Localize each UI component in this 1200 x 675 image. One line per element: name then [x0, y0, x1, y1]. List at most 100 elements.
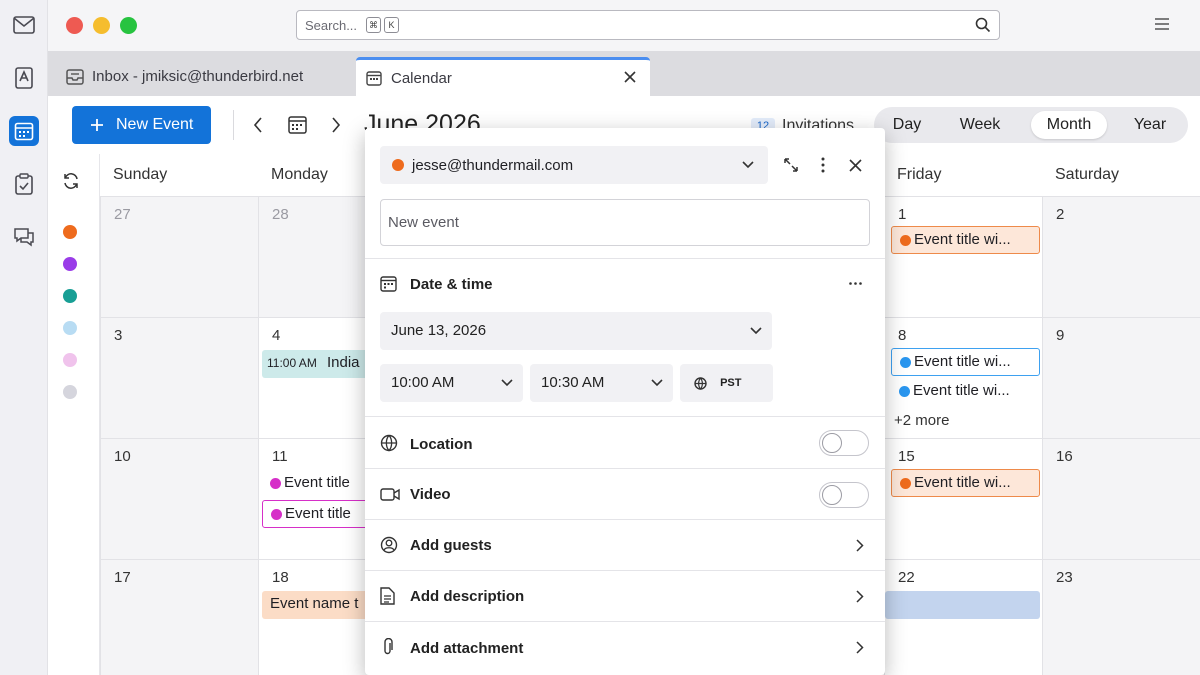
chat-space-button[interactable]: [9, 222, 39, 252]
day-cell[interactable]: 27: [100, 196, 258, 317]
search-icon[interactable]: [975, 17, 991, 33]
calendar-color-swatch[interactable]: [63, 321, 77, 335]
paperclip-icon: [383, 638, 393, 656]
start-time-select[interactable]: 10:00 AM: [380, 364, 523, 402]
date-select[interactable]: June 13, 2026: [380, 312, 772, 350]
day-cell[interactable]: 17: [100, 559, 258, 675]
tab-calendar[interactable]: Calendar: [356, 57, 650, 96]
previous-month-button[interactable]: [253, 117, 263, 133]
day-number: 8: [898, 327, 907, 344]
mail-space-button[interactable]: [9, 10, 39, 40]
maximize-window-button[interactable]: [120, 17, 137, 34]
tasks-space-button[interactable]: [9, 169, 39, 199]
location-label: Location: [410, 436, 473, 453]
view-day-button[interactable]: Day: [882, 111, 932, 139]
close-window-button[interactable]: [66, 17, 83, 34]
next-month-button[interactable]: [331, 117, 341, 133]
day-cell[interactable]: 8 Event title wi... Event title wi... +2 mo…: [884, 317, 1042, 438]
divider: [233, 110, 234, 140]
timezone-select[interactable]: PST: [680, 364, 773, 402]
event-color-dot: [899, 386, 910, 397]
tab-inbox[interactable]: Inbox - jmiksic@thunderbird.net: [56, 57, 354, 96]
add-attachment-label: Add attachment: [410, 640, 524, 657]
event-title: Event title wi...: [914, 231, 1011, 248]
tab-label: Inbox - jmiksic@thunderbird.net: [92, 68, 304, 85]
day-cell[interactable]: 23: [1042, 559, 1200, 675]
calendar-color-swatch[interactable]: [63, 225, 77, 239]
event-title-input[interactable]: New event: [380, 199, 870, 246]
calendar-space-button[interactable]: [9, 116, 39, 146]
date-time-options-button[interactable]: [849, 282, 862, 285]
day-number: 18: [272, 569, 289, 586]
calendar-color-swatch[interactable]: [63, 289, 77, 303]
date-value: June 13, 2026: [391, 322, 487, 339]
date-time-section: Date & time June 13, 2026 10:00 AM 10:30…: [365, 258, 885, 416]
more-options-button[interactable]: [821, 157, 825, 173]
video-icon: [380, 488, 400, 501]
day-cell[interactable]: 9: [1042, 317, 1200, 438]
new-event-button[interactable]: New Event: [72, 106, 211, 144]
refresh-icon: [64, 173, 78, 189]
account-select[interactable]: jesse@thundermail.com: [380, 146, 768, 184]
add-description-row[interactable]: Add description: [365, 570, 885, 621]
calendar-icon: [380, 275, 397, 292]
view-week-button[interactable]: Week: [946, 111, 1014, 139]
add-guests-row[interactable]: Add guests: [365, 519, 885, 570]
search-placeholder: Search...: [305, 18, 358, 33]
event-chip[interactable]: Event title wi...: [891, 378, 1040, 406]
event-color-dot: [900, 478, 911, 489]
view-year-button[interactable]: Year: [1122, 111, 1178, 139]
end-time-value: 10:30 AM: [541, 374, 605, 391]
event-chip[interactable]: [885, 591, 1040, 619]
event-title: Event title wi...: [914, 353, 1011, 370]
calendar-list: [48, 154, 100, 675]
add-description-label: Add description: [410, 588, 525, 605]
event-chip[interactable]: Event title wi...: [891, 348, 1040, 376]
video-row: Video: [365, 468, 885, 520]
video-toggle[interactable]: [819, 482, 869, 508]
calendar-color-swatch[interactable]: [63, 385, 77, 399]
shortcut-key: ⌘: [366, 17, 381, 33]
event-color-dot: [900, 357, 911, 368]
today-button[interactable]: [288, 115, 307, 134]
end-time-select[interactable]: 10:30 AM: [530, 364, 673, 402]
day-number: 22: [898, 569, 915, 586]
chevron-down-icon: [742, 161, 754, 169]
calendar-today-icon: [288, 116, 307, 134]
day-header: Saturday: [1055, 166, 1120, 183]
new-event-label: New Event: [116, 116, 194, 133]
view-month-button[interactable]: Month: [1031, 111, 1107, 139]
add-guests-label: Add guests: [410, 537, 492, 554]
add-attachment-row[interactable]: Add attachment: [365, 621, 885, 675]
day-number: 3: [114, 327, 123, 344]
shortcut-key: K: [384, 17, 399, 33]
event-chip[interactable]: Event title wi...: [891, 469, 1040, 497]
day-cell[interactable]: 16: [1042, 438, 1200, 559]
expand-dialog-button[interactable]: [783, 157, 799, 173]
tab-label: Calendar: [391, 69, 452, 87]
address-book-space-button[interactable]: [9, 63, 39, 93]
search-input[interactable]: Search... ⌘ K: [296, 10, 1000, 40]
calendar-color-swatch[interactable]: [63, 353, 77, 367]
day-cell[interactable]: 22: [884, 559, 1042, 675]
close-tab-button[interactable]: [624, 71, 636, 83]
day-cell[interactable]: 15 Event title wi...: [884, 438, 1042, 559]
close-dialog-button[interactable]: [849, 159, 862, 172]
chevron-down-icon: [750, 327, 762, 335]
more-events-link[interactable]: +2 more: [894, 412, 949, 429]
day-cell[interactable]: 10: [100, 438, 258, 559]
event-title: Event title wi...: [914, 474, 1011, 491]
minimize-window-button[interactable]: [93, 17, 110, 34]
chevron-left-icon: [253, 117, 262, 133]
day-cell[interactable]: 1 Event title wi...: [884, 196, 1042, 317]
refresh-button[interactable]: [62, 172, 80, 190]
event-title: Event title: [285, 505, 351, 522]
event-chip[interactable]: Event title wi...: [891, 226, 1040, 254]
day-cell[interactable]: 3: [100, 317, 258, 438]
globe-icon: [694, 376, 707, 390]
calendar-color-swatch[interactable]: [63, 257, 77, 271]
location-toggle[interactable]: [819, 430, 869, 456]
app-menu-button[interactable]: [1154, 17, 1170, 31]
tab-strip: Inbox - jmiksic@thunderbird.net Calendar: [48, 52, 1200, 96]
day-cell[interactable]: 2: [1042, 196, 1200, 317]
